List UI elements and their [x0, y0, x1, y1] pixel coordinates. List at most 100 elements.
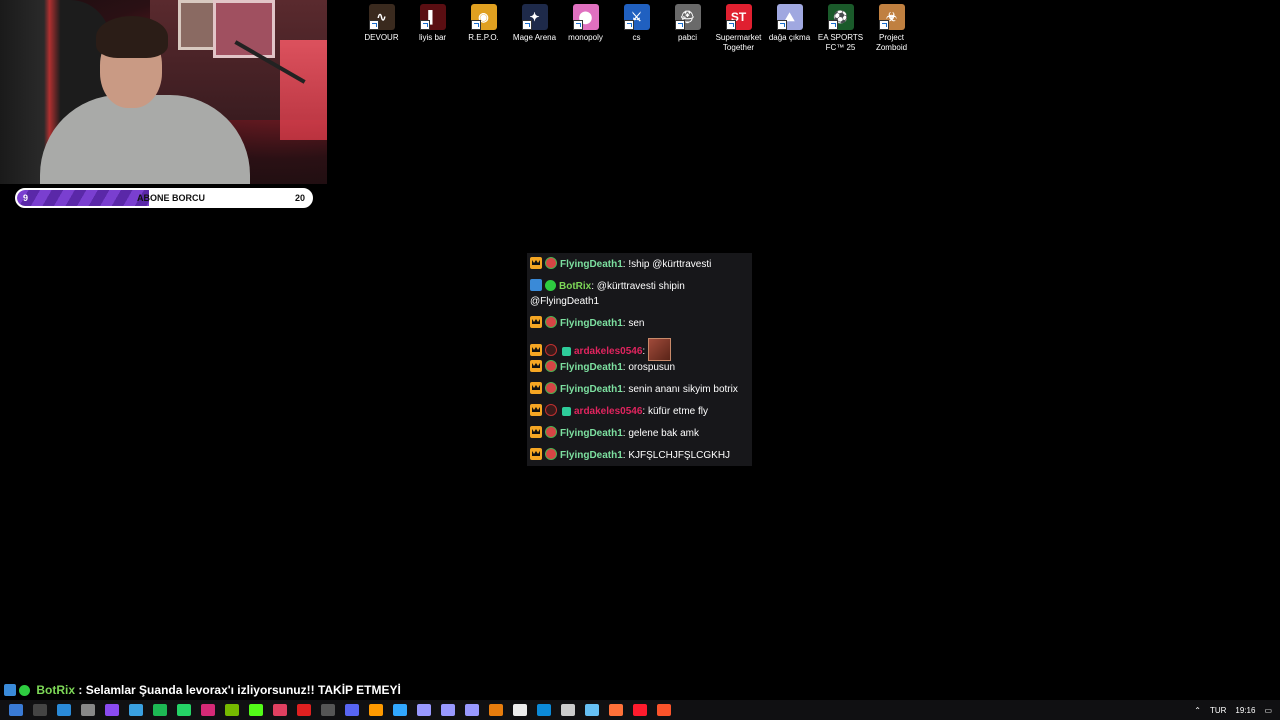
chat-message: FlyingDeath1: sen: [530, 316, 749, 331]
counter-strike-icon: ⚔: [623, 4, 650, 30]
subscription-goal-bar: 9 ABONE BORCU 20: [15, 188, 313, 208]
chat-message: FlyingDeath1: gelene bak amk: [530, 426, 749, 441]
red-light: [280, 40, 327, 140]
tomato-badge-icon: [545, 382, 557, 394]
streamer-hair: [96, 16, 168, 58]
chat-username[interactable]: FlyingDeath1: [560, 259, 623, 270]
verified-badge-icon: [19, 685, 30, 696]
desktop-shortcut-label: Mage Arena: [512, 33, 557, 42]
desktop-shortcut[interactable]: ST Supermarket Together: [713, 4, 764, 53]
start-icon[interactable]: [9, 704, 23, 716]
shortcut-arrow-icon: [827, 20, 838, 30]
language-indicator[interactable]: TUR: [1210, 706, 1226, 715]
desktop-shortcut[interactable]: ✦ Mage Arena: [509, 4, 560, 53]
chat-username[interactable]: FlyingDeath1: [560, 362, 623, 373]
desktop-shortcut-label: EA SPORTS FC™ 25: [817, 33, 864, 52]
chat-username[interactable]: FlyingDeath1: [560, 384, 623, 395]
instagram-icon[interactable]: [201, 704, 215, 716]
chat-username[interactable]: FlyingDeath1: [560, 428, 623, 439]
vscode-icon[interactable]: [57, 704, 71, 716]
redcircle-badge-icon: [545, 404, 557, 416]
desktop-shortcut-label: Project Zomboid: [875, 33, 908, 52]
notification-icon[interactable]: ▭: [1264, 706, 1272, 715]
chat-username[interactable]: FlyingDeath1: [560, 318, 623, 329]
ea-fc25-icon: ⚽: [827, 4, 854, 30]
discord-icon[interactable]: [345, 704, 359, 716]
kick-icon[interactable]: [249, 704, 263, 716]
chatgpt-icon[interactable]: [81, 704, 95, 716]
media-encoder-icon[interactable]: [417, 704, 431, 716]
edge-icon[interactable]: [537, 704, 551, 716]
shortcut-arrow-icon: [725, 20, 736, 30]
steam-icon[interactable]: [585, 704, 599, 716]
desktop-shortcut[interactable]: ☣ Project Zomboid: [866, 4, 917, 53]
stream-icon[interactable]: [129, 704, 143, 716]
illustrator-icon[interactable]: [369, 704, 383, 716]
shortcut-arrow-icon: [470, 20, 481, 30]
desktop-shortcut-label: monopoly: [568, 33, 603, 42]
chat-username[interactable]: ardakeles0546: [574, 406, 642, 417]
verified-badge-icon: [545, 280, 556, 291]
tomato-badge-icon: [545, 360, 557, 372]
clock[interactable]: 19:16: [1235, 706, 1255, 715]
devour-icon: ∿: [368, 4, 395, 30]
desktop-shortcut-label: dağa çıkma: [768, 33, 811, 42]
shortcut-arrow-icon: [368, 20, 379, 30]
whatsapp-icon[interactable]: [177, 704, 191, 716]
crown-badge-icon: [530, 404, 542, 416]
crown-badge-icon: [530, 448, 542, 460]
desktop-shortcut[interactable]: ⛰ dağa çıkma: [764, 4, 815, 53]
chat-username[interactable]: ardakeles0546: [574, 346, 642, 357]
goal-label: ABONE BORCU: [137, 193, 206, 203]
chat-message: BotRix: @kürttravesti shipin @FlyingDeat…: [530, 279, 685, 307]
photoshop-icon[interactable]: [393, 704, 407, 716]
daga-cikma-icon: ⛰: [776, 4, 803, 30]
shortcut-arrow-icon: [419, 20, 430, 30]
tomato-badge-icon: [545, 257, 557, 269]
spotify-icon[interactable]: [153, 704, 167, 716]
chat-message: ardakeles0546: küfür etme fly: [530, 404, 749, 419]
premiere-icon[interactable]: [441, 704, 455, 716]
desktop-shortcut[interactable]: ⚽ EA SPORTS FC™ 25: [815, 4, 866, 53]
shortcut-arrow-icon: [878, 20, 889, 30]
chevron-up-icon[interactable]: ⌃: [1194, 706, 1201, 715]
obs-icon[interactable]: [321, 704, 335, 716]
tiktok-icon[interactable]: [273, 704, 287, 716]
nvidia-icon[interactable]: [225, 704, 239, 716]
tomato-badge-icon: [545, 426, 557, 438]
desktop-shortcut[interactable]: ▌ liyis bar: [407, 4, 458, 53]
tomato-badge-icon: [545, 448, 557, 460]
capcut-icon[interactable]: [513, 704, 527, 716]
brave-icon[interactable]: [657, 704, 671, 716]
desktop-shortcut-label: R.E.P.O.: [468, 33, 499, 42]
desktop-shortcut[interactable]: ⚔ cs: [611, 4, 662, 53]
redcircle-badge-icon: [545, 344, 557, 356]
gift-badge-icon: [562, 347, 571, 356]
tomato-badge-icon: [545, 316, 557, 328]
after-effects-icon[interactable]: [465, 704, 479, 716]
desktop-shortcut[interactable]: ⬤ monopoly: [560, 4, 611, 53]
goal-target: 20: [294, 193, 305, 203]
twitch-icon[interactable]: [105, 704, 119, 716]
shortcut-arrow-icon: [623, 20, 634, 30]
desktop-shortcut[interactable]: ∿ DEVOUR: [356, 4, 407, 53]
blender-icon[interactable]: [489, 704, 503, 716]
crown-badge-icon: [530, 257, 542, 269]
desktop-shortcut[interactable]: ⛑ pabci: [662, 4, 713, 53]
chat-username[interactable]: BotRix: [559, 281, 591, 292]
epic-icon[interactable]: [561, 704, 575, 716]
desktop-shortcut-label: Supermarket Together: [715, 33, 762, 52]
desktop-shortcut[interactable]: ◉ R.E.P.O.: [458, 4, 509, 53]
firefox-icon[interactable]: [609, 704, 623, 716]
supermarket-together-icon: ST: [725, 4, 752, 30]
liyis-bar-icon: ▌: [419, 4, 446, 30]
search-icon[interactable]: [33, 704, 47, 716]
goal-progress-fill: [17, 190, 150, 206]
crown-badge-icon: [530, 360, 542, 372]
record-icon[interactable]: [297, 704, 311, 716]
opera-icon[interactable]: [633, 704, 647, 716]
chat-username[interactable]: FlyingDeath1: [560, 450, 623, 461]
taskbar: ⌃ TUR 19:16 ▭: [0, 700, 1280, 720]
chat-message: FlyingDeath1: KJFŞLCHJFŞLCGKHJ: [530, 448, 749, 463]
shortcut-arrow-icon: [521, 20, 532, 30]
